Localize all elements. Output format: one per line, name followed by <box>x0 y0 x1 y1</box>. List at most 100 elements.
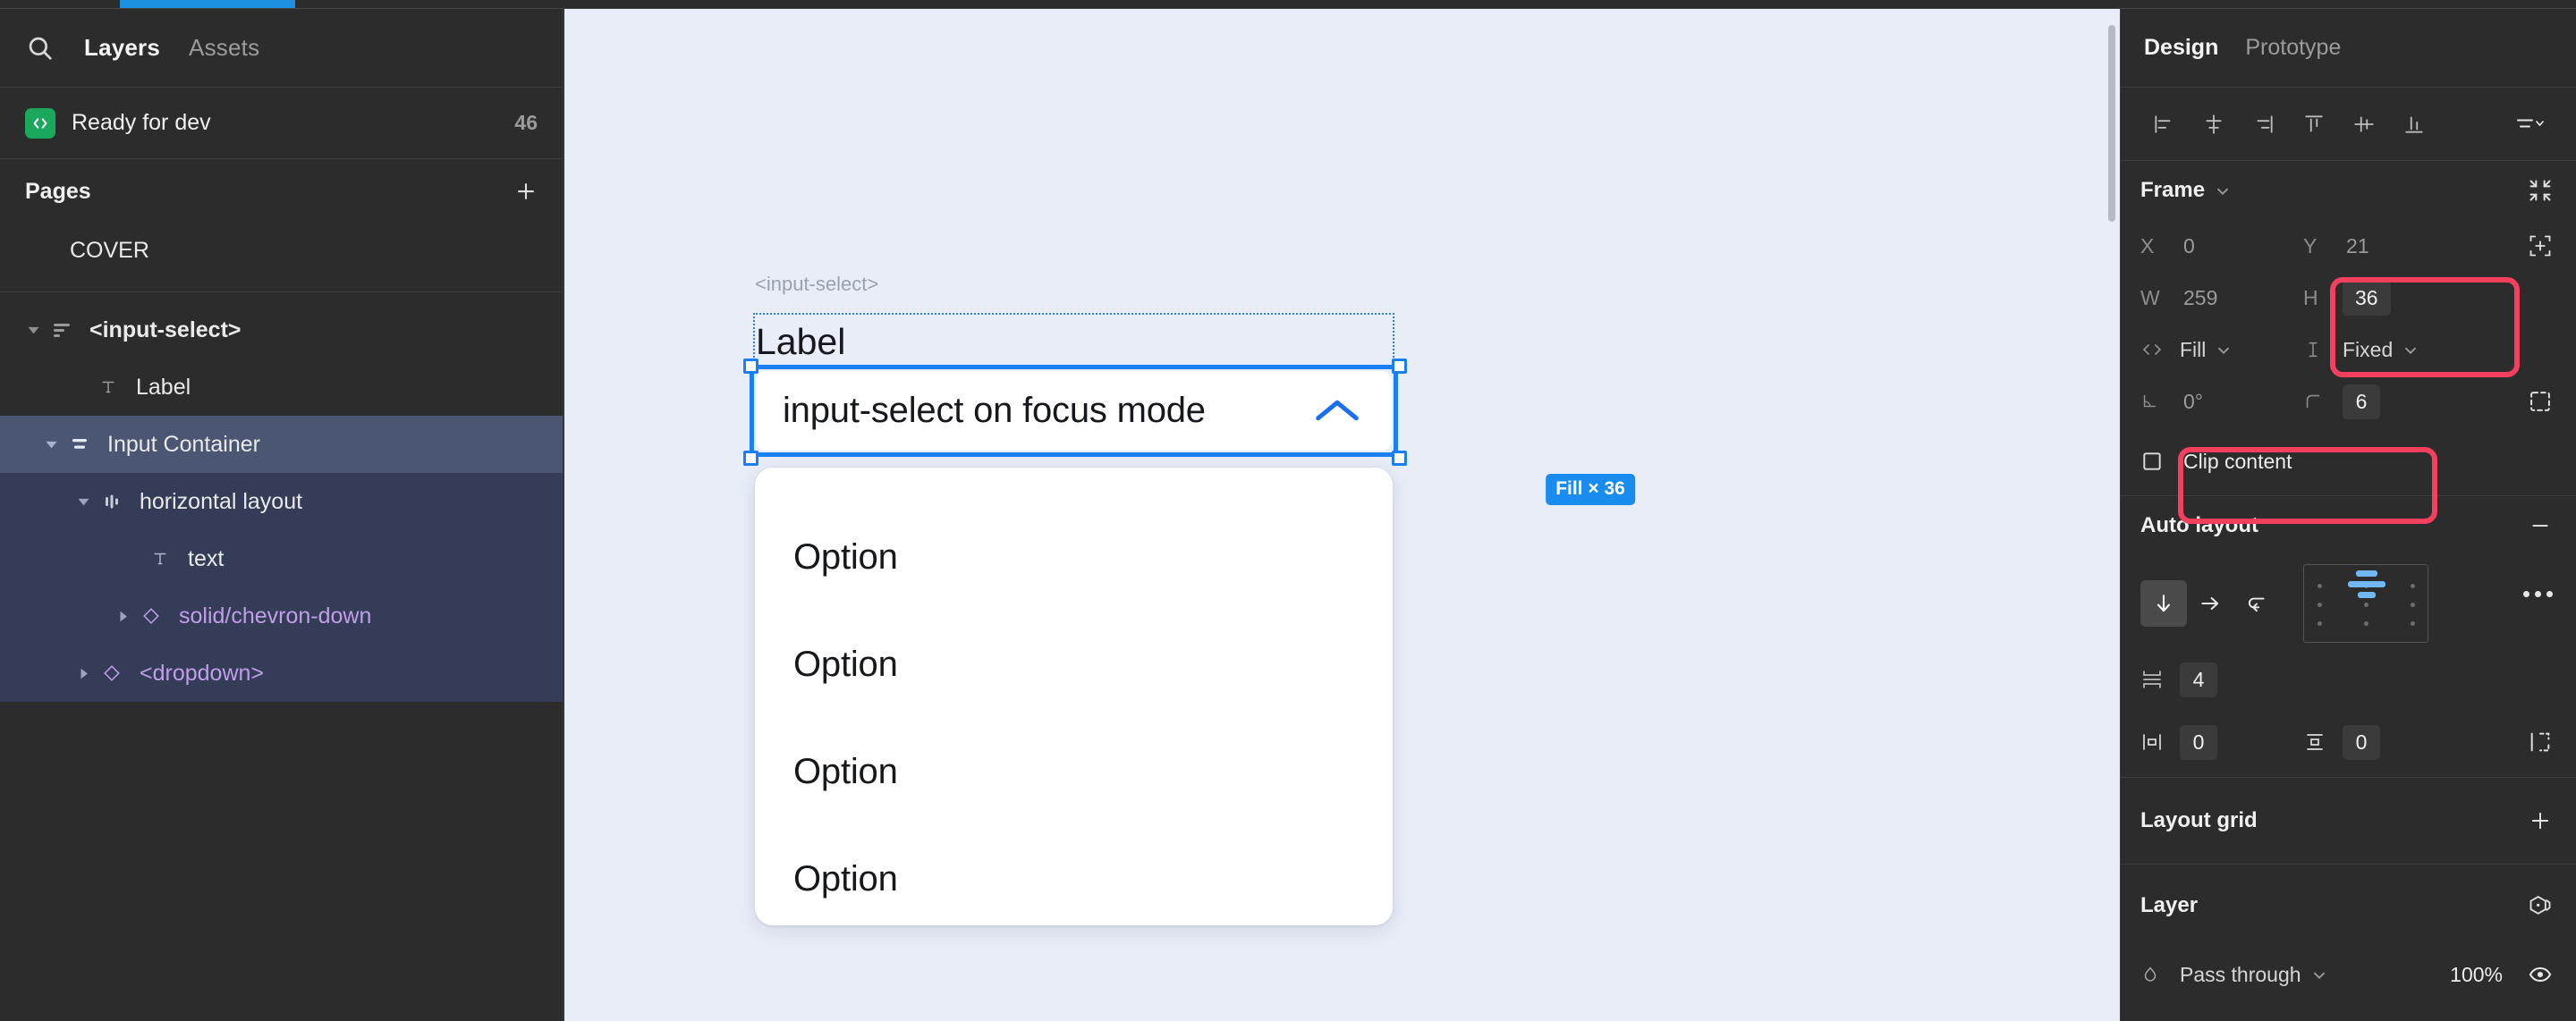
dropdown-option[interactable]: Option <box>755 718 1393 825</box>
chevron-right-icon[interactable] <box>70 660 97 687</box>
layer-styles-icon[interactable] <box>2524 890 2556 922</box>
layer-row[interactable]: text <box>0 530 563 587</box>
layer-row[interactable]: horizontal layout <box>0 473 563 530</box>
figma-window: Layers Assets Ready for dev 46 Pages COV… <box>0 0 2576 1021</box>
alignment-dot[interactable] <box>2411 603 2415 607</box>
dropdown-option[interactable]: Option <box>755 503 1393 611</box>
y-field[interactable]: Y 21 <box>2303 234 2466 258</box>
dropdown-option[interactable]: Option <box>755 611 1393 718</box>
ready-for-dev-row[interactable]: Ready for dev 46 <box>0 88 563 159</box>
search-icon[interactable] <box>25 33 55 63</box>
padding-vertical-icon <box>2303 731 2343 753</box>
layer-row[interactable]: solid/chevron-down <box>0 587 563 645</box>
clip-content-checkbox[interactable] <box>2140 450 2180 473</box>
padding-horizontal-field[interactable]: 0 <box>2140 724 2303 760</box>
arrow-down-icon[interactable] <box>2140 580 2187 627</box>
align-right-icon[interactable] <box>2241 101 2287 148</box>
alignment-preview-bar <box>2348 581 2385 587</box>
horizontal-resizing-field[interactable]: Fill <box>2140 338 2303 362</box>
chevron-down-icon[interactable] <box>20 316 47 343</box>
chevron-down-icon[interactable] <box>70 488 97 515</box>
layer-row[interactable]: <dropdown> <box>0 645 563 702</box>
component-instance-icon <box>97 658 127 688</box>
alignment-preview-bar <box>2358 592 2376 598</box>
vertical-resizing-field[interactable]: Fixed <box>2303 338 2466 362</box>
individual-padding-icon[interactable] <box>2524 726 2556 758</box>
page-item-cover[interactable]: COVER <box>0 224 563 277</box>
padding-horizontal-value[interactable]: 0 <box>2180 724 2217 760</box>
dropdown-panel: Option Option Option Option <box>755 468 1393 925</box>
design-canvas[interactable]: <input-select> Label input-select on foc… <box>564 9 2120 1021</box>
input-select-field[interactable]: input-select on focus mode <box>756 371 1392 451</box>
resize-handle-top-right[interactable] <box>1392 359 1407 374</box>
blend-mode-value: Pass through <box>2180 962 2301 986</box>
gap-field[interactable]: 4 <box>2140 662 2303 697</box>
vertical-resizing-dropdown[interactable]: Fixed <box>2343 338 2420 362</box>
w-label: W <box>2140 285 2160 309</box>
alignment-dot[interactable] <box>2318 584 2322 588</box>
horizontal-resizing-dropdown[interactable]: Fill <box>2180 338 2233 362</box>
resize-to-fit-icon[interactable] <box>2524 174 2556 207</box>
layer-row[interactable]: <input-select> <box>0 301 563 359</box>
alignment-dot[interactable] <box>2364 603 2368 607</box>
dropdown-option[interactable]: Option <box>755 825 1393 932</box>
h-field[interactable]: H 36 <box>2303 280 2466 316</box>
align-bottom-icon[interactable] <box>2391 101 2437 148</box>
corner-radius-value[interactable]: 6 <box>2343 384 2380 419</box>
tab-assets[interactable]: Assets <box>189 34 259 62</box>
pages-header: Pages <box>0 159 563 224</box>
padding-vertical-field[interactable]: 0 <box>2303 724 2466 760</box>
resize-handle-bottom-left[interactable] <box>743 451 758 466</box>
h-value[interactable]: 36 <box>2343 280 2391 316</box>
wrap-icon[interactable] <box>2233 580 2280 627</box>
alignment-dot[interactable] <box>2318 603 2322 607</box>
eye-icon[interactable] <box>2524 958 2556 991</box>
left-sidebar: Layers Assets Ready for dev 46 Pages COV… <box>0 9 564 1021</box>
canvas-scrollbar[interactable] <box>2108 25 2115 222</box>
blend-mode-icon <box>2140 965 2180 984</box>
arrow-right-icon[interactable] <box>2187 580 2233 627</box>
tab-design[interactable]: Design <box>2144 35 2218 61</box>
distribute-more-icon[interactable] <box>2501 101 2560 148</box>
alignment-dot[interactable] <box>2318 621 2322 626</box>
resize-handle-bottom-right[interactable] <box>1392 451 1407 466</box>
alignment-dot[interactable] <box>2364 621 2368 626</box>
auto-layout-alignment-grid[interactable] <box>2303 564 2428 643</box>
layer-row[interactable]: Input Container <box>0 416 563 473</box>
w-field[interactable]: W 259 <box>2140 286 2303 310</box>
corner-radius-field[interactable]: 6 <box>2303 384 2466 419</box>
tab-prototype[interactable]: Prototype <box>2245 35 2341 61</box>
align-horizontal-center-icon[interactable] <box>2190 101 2237 148</box>
dot <box>2546 591 2553 597</box>
layer-opacity-value[interactable]: 100% <box>2446 963 2506 987</box>
chevron-down-icon[interactable] <box>2205 181 2233 200</box>
layer-row[interactable]: Label <box>0 359 563 416</box>
independent-corners-icon[interactable] <box>2524 385 2556 418</box>
x-field[interactable]: X 0 <box>2140 234 2303 258</box>
alignment-dot[interactable] <box>2411 584 2415 588</box>
alignment-dot[interactable] <box>2411 621 2415 626</box>
frame-name-label[interactable]: <input-select> <box>755 273 878 296</box>
tab-layers[interactable]: Layers <box>84 34 160 62</box>
padding-vertical-value[interactable]: 0 <box>2343 724 2380 760</box>
clip-content-row[interactable]: Clip content <box>2140 427 2556 495</box>
chevron-up-icon[interactable] <box>1311 393 1363 429</box>
align-top-icon[interactable] <box>2291 101 2337 148</box>
plus-icon[interactable] <box>2524 805 2556 837</box>
align-left-icon[interactable] <box>2140 101 2187 148</box>
frame-section-title: Frame <box>2140 178 2206 202</box>
blend-mode-dropdown[interactable]: Pass through <box>2180 963 2329 987</box>
more-options-icon[interactable] <box>2523 591 2553 597</box>
align-vertical-center-icon[interactable] <box>2341 101 2387 148</box>
resize-handle-top-left[interactable] <box>743 359 758 374</box>
right-sidebar: Design Prototype Frame X 0 Y 21 W 259 H … <box>2120 9 2576 1021</box>
chevron-right-icon[interactable] <box>109 603 136 629</box>
auto-layout-title: Auto layout <box>2140 513 2258 537</box>
absolute-position-icon[interactable] <box>2524 230 2556 262</box>
component-instance-icon <box>136 601 166 631</box>
gap-value[interactable]: 4 <box>2180 662 2217 697</box>
plus-icon[interactable] <box>513 178 539 205</box>
chevron-down-icon[interactable] <box>38 431 64 458</box>
rotation-field[interactable]: 0° <box>2140 390 2303 414</box>
minus-icon[interactable] <box>2524 510 2556 542</box>
